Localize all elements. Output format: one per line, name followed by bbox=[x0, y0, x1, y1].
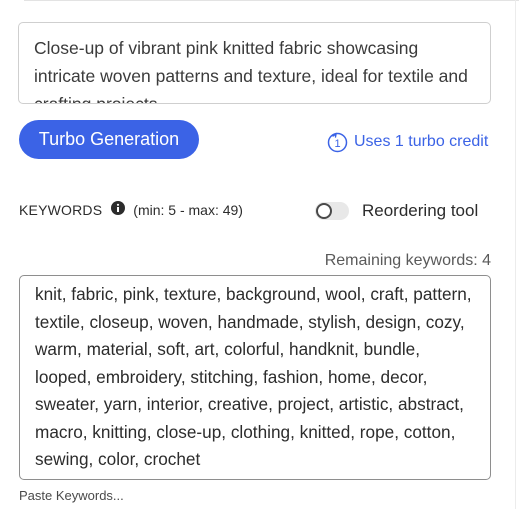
panel-divider bbox=[24, 0, 519, 1]
reordering-tool-toggle[interactable] bbox=[315, 202, 349, 220]
turbo-generation-label: Turbo Generation bbox=[38, 129, 180, 149]
description-textarea[interactable]: Close-up of vibrant pink knitted fabric … bbox=[18, 22, 491, 104]
keywords-header: KEYWORDS (min: 5 - max: 49) bbox=[19, 201, 243, 218]
turbo-generation-button[interactable]: Turbo Generation bbox=[19, 120, 199, 159]
keyword-editor-panel: Close-up of vibrant pink knitted fabric … bbox=[0, 0, 519, 509]
remaining-keywords-count: Remaining keywords: 4 bbox=[324, 252, 491, 269]
turbo-credit-icon: 1 bbox=[327, 132, 348, 152]
toggle-knob bbox=[316, 203, 332, 219]
turbo-credit-label: Uses 1 turbo credit bbox=[354, 133, 489, 150]
svg-text:1: 1 bbox=[334, 138, 340, 150]
reordering-tool-control: Reordering tool bbox=[315, 201, 478, 221]
paste-keywords-link[interactable]: Paste Keywords... bbox=[19, 488, 124, 503]
keywords-list-text: knit, fabric, pink, texture, background,… bbox=[35, 284, 472, 469]
turbo-credit-info: 1 Uses 1 turbo credit bbox=[327, 130, 488, 154]
keywords-textarea[interactable]: knit, fabric, pink, texture, background,… bbox=[19, 275, 491, 480]
description-text: Close-up of vibrant pink knitted fabric … bbox=[34, 38, 468, 104]
keywords-limits: (min: 5 - max: 49) bbox=[133, 202, 243, 218]
reordering-tool-label: Reordering tool bbox=[362, 201, 479, 220]
keywords-title: KEYWORDS bbox=[19, 202, 103, 218]
info-icon[interactable] bbox=[111, 201, 126, 215]
scrollbar-track bbox=[515, 0, 516, 509]
